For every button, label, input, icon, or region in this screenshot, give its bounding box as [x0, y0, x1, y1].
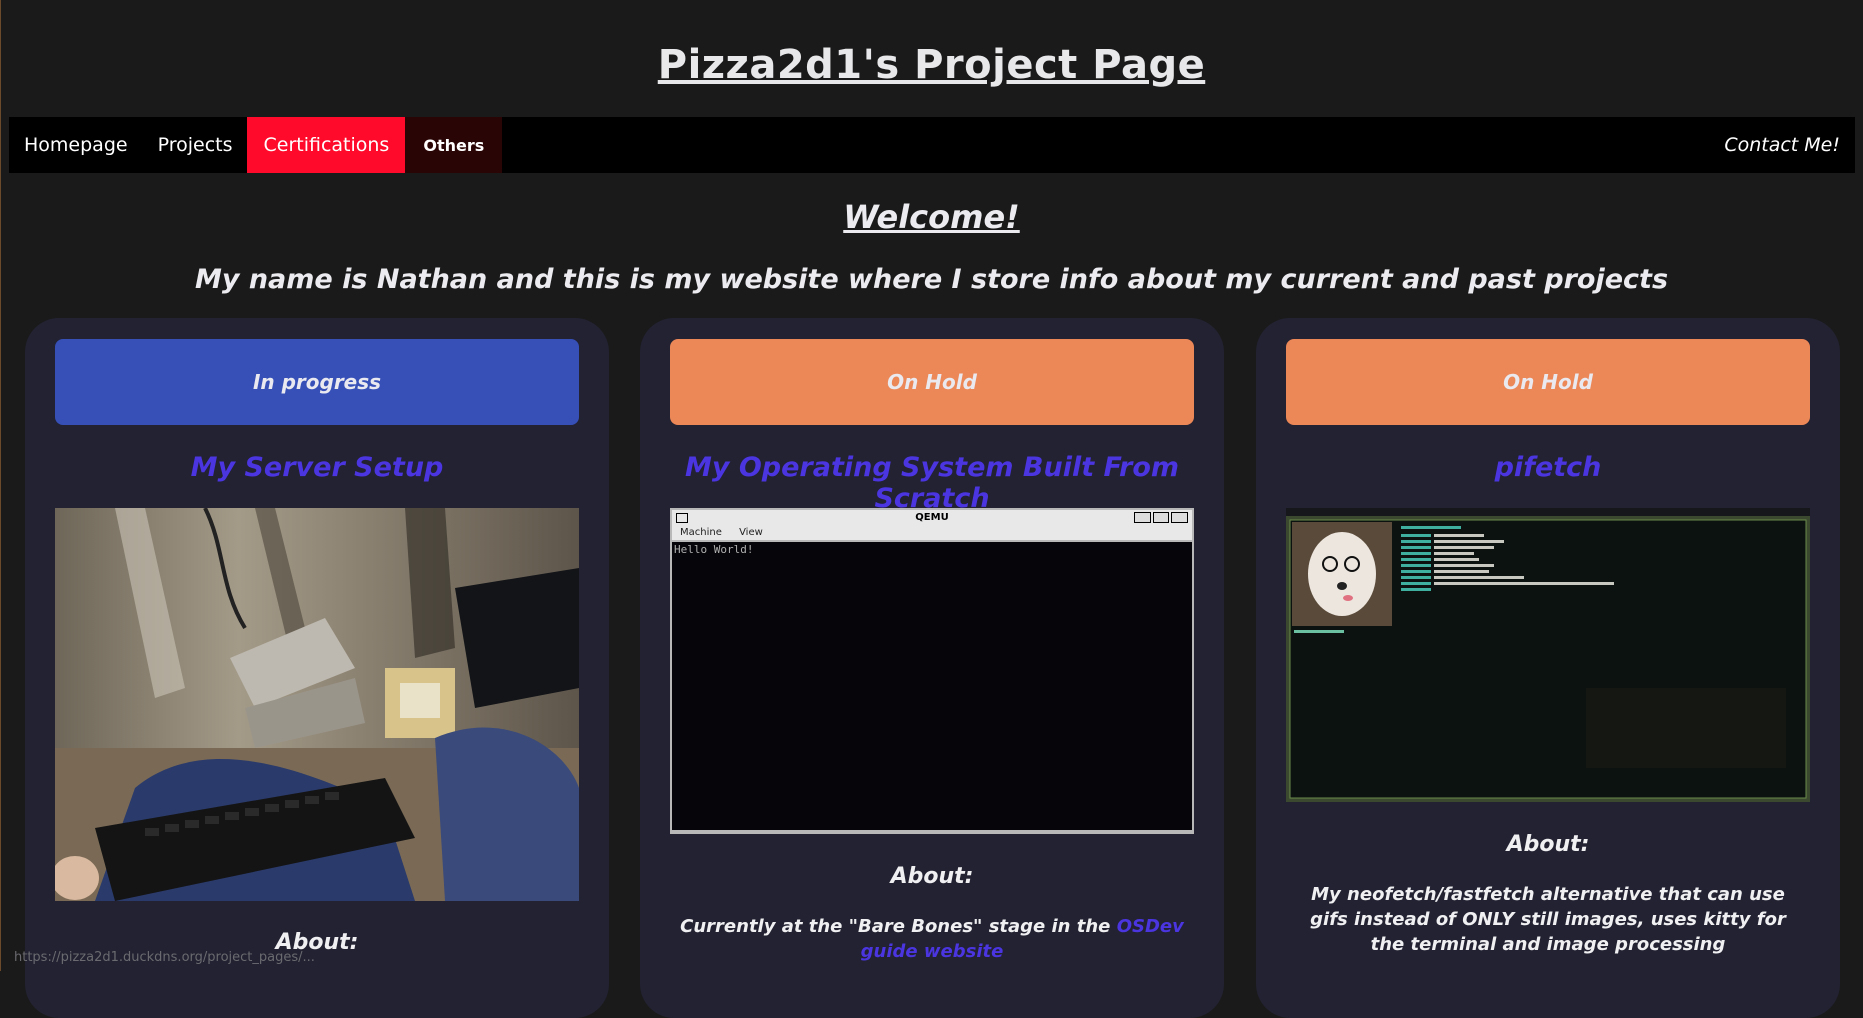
intro-text: My name is Nathan and this is my website…: [194, 264, 1669, 295]
maximize-icon: [1152, 512, 1170, 523]
nav-homepage[interactable]: Homepage: [9, 117, 143, 173]
nav-others[interactable]: Others: [405, 117, 503, 173]
project-description: My neofetch/fastfetch alternative that c…: [1310, 884, 1786, 955]
qemu-titlebar: QEMU: [672, 510, 1192, 526]
site-title: Pizza2d1's Project Page: [657, 42, 1206, 88]
server-photo-icon: [55, 508, 579, 901]
browser-status-url: https://pizza2d1.duckdns.org/project_pag…: [14, 950, 315, 965]
qemu-menubar: Machine View: [672, 526, 1192, 540]
about-heading: About:: [1506, 832, 1590, 857]
server-photo-image[interactable]: [55, 508, 579, 901]
status-badge: On Hold: [1286, 339, 1810, 425]
nav-certifications[interactable]: Certifications: [247, 117, 406, 173]
status-badge: On Hold: [670, 339, 1194, 425]
page-left-border: [0, 0, 1, 971]
console-output: Hello World!: [674, 543, 754, 556]
qemu-title: QEMU: [915, 512, 949, 523]
project-card-os: On Hold My Operating System Built From S…: [640, 318, 1224, 1018]
description-text: Currently at the "Bare Bones" stage in t…: [680, 916, 1111, 937]
qemu-screenshot-image[interactable]: QEMU Machine View Hello World!: [670, 508, 1194, 834]
nav-projects[interactable]: Projects: [143, 117, 248, 173]
project-title[interactable]: My Server Setup: [25, 452, 609, 483]
nav-contact[interactable]: Contact Me!: [1709, 117, 1855, 173]
qemu-console: Hello World!: [672, 542, 1192, 830]
project-title[interactable]: My Operating System Built From Scratch: [640, 452, 1224, 514]
project-card-pifetch: On Hold pifetch About: My neofetch/fastf…: [1256, 318, 1840, 1018]
qemu-menu-machine[interactable]: Machine: [680, 527, 722, 538]
welcome-heading: Welcome!: [843, 198, 1020, 236]
window-controls: [1134, 512, 1189, 523]
status-badge: In progress: [55, 339, 579, 425]
qemu-menu-view[interactable]: View: [739, 527, 763, 538]
pifetch-screenshot-icon: [1286, 508, 1810, 802]
about-heading: About:: [890, 864, 974, 889]
window-menu-icon: [676, 513, 688, 523]
project-title[interactable]: pifetch: [1256, 452, 1840, 483]
minimize-icon: [1134, 512, 1151, 523]
top-navbar: Homepage Projects Certifications Others …: [9, 117, 1855, 173]
project-description: Currently at the "Bare Bones" stage in t…: [680, 914, 1184, 964]
pifetch-screenshot-image[interactable]: [1286, 508, 1810, 802]
project-card-server: In progress My Server Setup About:: [25, 318, 609, 1018]
close-icon: [1171, 512, 1189, 523]
